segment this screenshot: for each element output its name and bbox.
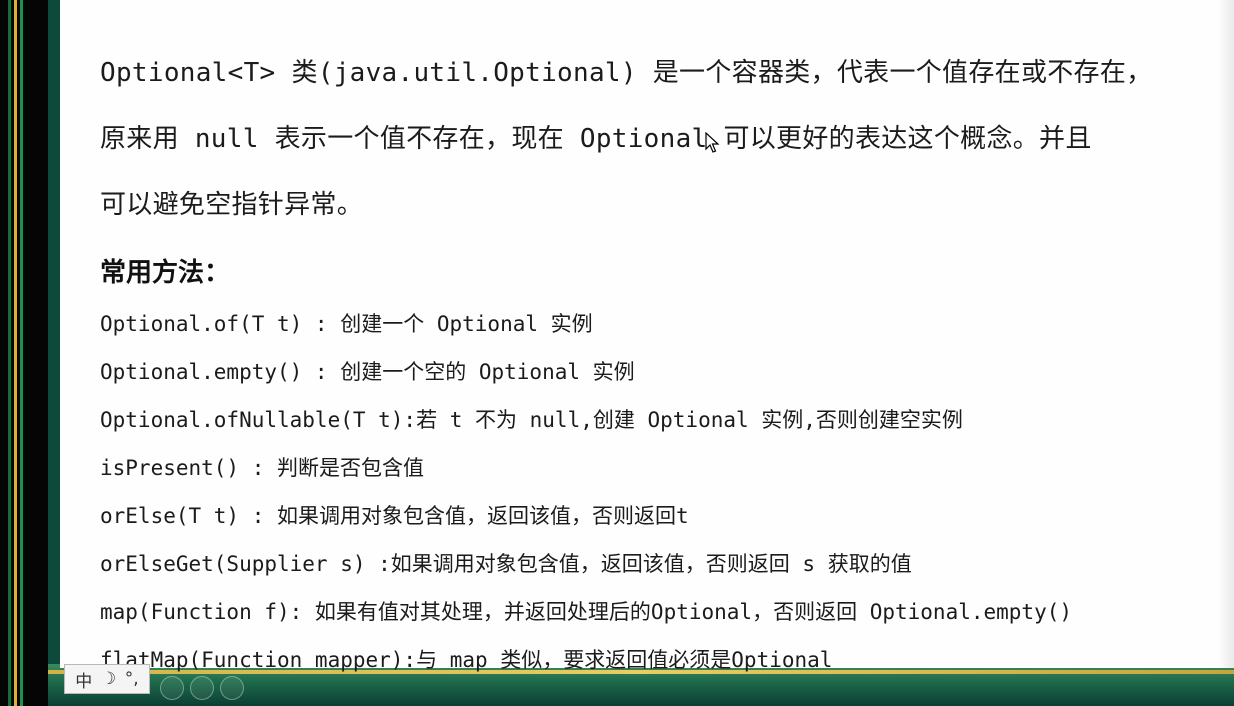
method-item: isPresent() : 判断是否包含值 — [100, 456, 425, 480]
method-item: flatMap(Function mapper):与 map 类似，要求返回值必… — [100, 648, 833, 672]
intro-line-1: Optional<T> 类(java.util.Optional) 是一个容器类… — [100, 58, 1153, 88]
left-stripe-green — [8, 0, 11, 706]
left-stripe-green-2 — [20, 0, 23, 706]
method-item: map(Function f): 如果有值对其处理，并返回处理后的Optiona… — [100, 600, 1073, 624]
method-item: Optional.ofNullable(T t):若 t 不为 null,创建 … — [100, 408, 963, 432]
method-item: Optional.of(T t) : 创建一个 Optional 实例 — [100, 312, 593, 336]
ime-mode-toggle[interactable]: 中 — [75, 667, 92, 692]
left-stripe-gold — [14, 0, 17, 706]
ime-toolbar[interactable]: 中 ☽ °, — [64, 664, 150, 694]
method-item: orElse(T t) : 如果调用对象包含值，返回该值，否则返回t — [100, 504, 689, 528]
ime-punct-toggle[interactable]: °, — [125, 669, 139, 689]
intro-line-3: 可以避免空指针异常。 — [100, 190, 364, 220]
method-item: Optional.empty() : 创建一个空的 Optional 实例 — [100, 360, 635, 384]
ime-extra-button[interactable] — [220, 676, 244, 700]
mouse-pointer-icon — [705, 131, 721, 154]
intro-line-2: 原来用 null 表示一个值不存在，现在 Optional 可以更好的表达这个概… — [100, 124, 1092, 154]
methods-heading: 常用方法： — [100, 258, 231, 288]
slide-content: Optional<T> 类(java.util.Optional) 是一个容器类… — [60, 0, 1234, 672]
ime-extra-button[interactable] — [190, 676, 214, 700]
slide-right-edge — [1218, 0, 1234, 668]
ime-extra-button[interactable] — [160, 676, 184, 700]
left-frame-strip — [0, 0, 48, 706]
moon-icon[interactable]: ☽ — [101, 669, 116, 689]
ime-extra-buttons — [160, 676, 244, 700]
method-item: orElseGet(Supplier s) :如果调用对象包含值，返回该值，否则… — [100, 552, 912, 576]
